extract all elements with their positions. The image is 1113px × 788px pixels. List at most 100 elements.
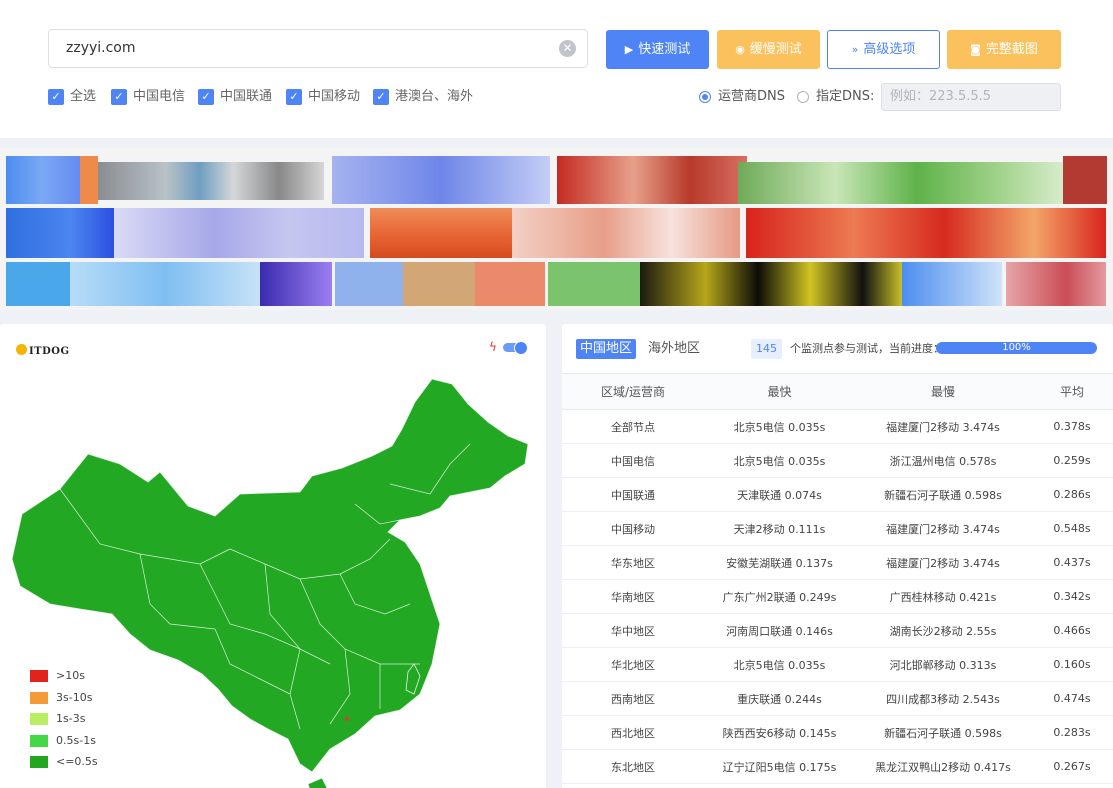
camera-icon: ◙ — [970, 43, 981, 56]
banner-tile[interactable] — [746, 208, 1106, 258]
average-cell: 0.342s — [1031, 579, 1113, 614]
banner-tile[interactable] — [335, 262, 403, 306]
region-cell: 中国电信 — [562, 443, 704, 478]
fastest-cell: 安徽芜湖联通 0.137s — [704, 545, 855, 580]
average-cell: 0.378s — [1031, 409, 1113, 444]
node-count-badge: 145 — [751, 339, 782, 359]
banner-tile[interactable] — [738, 162, 1063, 204]
latency-stats-panel: 中国地区 海外地区 145 个监测点参与测试，当前进度： 100% 区域/运营商… — [562, 324, 1113, 788]
banner-tile[interactable] — [370, 208, 512, 258]
fastest-cell: 陕西西安6移动 0.145s — [704, 715, 855, 750]
test-progress-bar: 100% — [936, 342, 1097, 354]
checkbox-label: 中国联通 — [220, 89, 273, 104]
fast-test-label: 快速测试 — [638, 42, 691, 57]
table-row: 华东地区 安徽芜湖联通 0.137s 福建厦门2移动 3.474s 0.437s — [562, 545, 1113, 580]
checkbox-select-all[interactable]: ✓ 全选 — [48, 88, 96, 106]
legend-swatch — [30, 691, 48, 704]
average-cell: 0.286s — [1031, 477, 1113, 512]
radio-dot — [699, 91, 711, 103]
custom-dns-input[interactable]: 例如：223.5.5.5 — [881, 83, 1061, 111]
slowest-cell: 河北邯郸移动 0.313s — [855, 647, 1031, 682]
banner-tile[interactable] — [548, 262, 640, 306]
banner-tile[interactable] — [6, 208, 114, 258]
banner-tile[interactable] — [80, 156, 98, 204]
banner-tile[interactable] — [640, 262, 902, 306]
radio-custom-dns[interactable]: 指定DNS: — [797, 89, 874, 105]
logo-text: ITDOG — [29, 346, 70, 357]
domain-input[interactable]: zzyyi.com ✕ — [48, 29, 588, 68]
slow-test-label: 缓慢测试 — [749, 42, 802, 57]
banner-tile[interactable] — [98, 162, 324, 200]
realtime-toggle[interactable] — [503, 341, 528, 355]
table-row: 中国联通 天津联通 0.074s 新疆石河子联通 0.598s 0.286s — [562, 477, 1113, 512]
sponsor-banner-mosaic[interactable] — [0, 148, 1113, 310]
table-row: 华中地区 河南周口联通 0.146s 湖南长沙2移动 2.55s 0.466s — [562, 613, 1113, 648]
column-header: 最快 — [704, 373, 855, 410]
banner-tile[interactable] — [1006, 262, 1106, 306]
check-icon: ✓ — [111, 89, 127, 105]
legend-swatch — [30, 713, 48, 726]
table-row: 中国移动 天津2移动 0.111s 福建厦门2移动 3.474s 0.548s — [562, 511, 1113, 546]
banner-tile[interactable] — [557, 156, 747, 204]
legend-label: 0.5s-1s — [56, 733, 96, 747]
slow-node-marker[interactable] — [345, 717, 349, 721]
average-cell: 0.283s — [1031, 715, 1113, 750]
check-icon: ✓ — [286, 89, 302, 105]
fastest-cell: 重庆联通 0.244s — [704, 681, 855, 716]
region-cell: 中国移动 — [562, 511, 704, 546]
progress-label: 100% — [1002, 342, 1031, 353]
node-count-text: 个监测点参与测试，当前进度： — [790, 342, 944, 355]
radio-label: 指定DNS: — [816, 89, 875, 104]
hainan-island — [307, 777, 328, 788]
tab-china[interactable]: 中国地区 — [576, 339, 637, 359]
fastest-cell: 北京5电信 0.035s — [704, 647, 855, 682]
average-cell: 0.437s — [1031, 545, 1113, 580]
play-circle-icon: ◉ — [735, 43, 745, 56]
checkbox-mobile[interactable]: ✓ 中国移动 — [286, 88, 360, 106]
table-row: 西北地区 陕西西安6移动 0.145s 新疆石河子联通 0.598s 0.283s — [562, 715, 1113, 750]
tab-overseas[interactable]: 海外地区 — [644, 339, 704, 359]
average-cell: 0.267s — [1031, 749, 1113, 784]
table-row: 华南地区 广东广州2联通 0.249s 广西桂林移动 0.421s 0.342s — [562, 579, 1113, 614]
fastest-cell: 广东广州2联通 0.249s — [704, 579, 855, 614]
legend-item: 3s-10s — [30, 691, 98, 713]
region-cell: 全部节点 — [562, 409, 704, 444]
slowest-cell: 浙江温州电信 0.578s — [855, 443, 1031, 478]
checkbox-unicom[interactable]: ✓ 中国联通 — [198, 88, 272, 106]
slow-test-button[interactable]: ◉ 缓慢测试 — [717, 30, 820, 69]
banner-tile[interactable] — [403, 262, 475, 306]
fastest-cell: 河南周口联通 0.146s — [704, 613, 855, 648]
fast-test-button[interactable]: ▶ 快速测试 — [606, 30, 709, 69]
checkbox-label: 全选 — [70, 89, 97, 104]
banner-tile[interactable] — [902, 262, 1002, 306]
advanced-options-button[interactable]: » 高级选项 — [827, 30, 940, 69]
stats-table: 区域/运营商 最快 最慢 平均 全部节点 北京5电信 0.035s 福建厦门2移动 … — [562, 373, 1113, 784]
banner-tile[interactable] — [1063, 156, 1107, 204]
banner-tile[interactable] — [512, 208, 740, 258]
table-row: 东北地区 辽宁辽阳5电信 0.175s 黑龙江双鸭山2移动 0.417s 0.267s — [562, 749, 1113, 784]
radio-operator-dns[interactable]: 运营商DNS — [699, 89, 785, 105]
banner-tile[interactable] — [475, 262, 545, 306]
slowest-cell: 黑龙江双鸭山2移动 0.417s — [855, 749, 1031, 784]
legend-label: 3s-10s — [56, 690, 93, 704]
average-cell: 0.160s — [1031, 647, 1113, 682]
slowest-cell: 福建厦门2移动 3.474s — [855, 545, 1031, 580]
advanced-options-label: 高级选项 — [863, 42, 916, 57]
screenshot-label: 完整截图 — [985, 42, 1038, 57]
control-panel: zzyyi.com ✕ ▶ 快速测试 ◉ 缓慢测试 » 高级选项 ◙ 完整截图 ✓ 全选 … — [0, 0, 1113, 138]
checkbox-telecom[interactable]: ✓ 中国电信 — [111, 88, 185, 106]
screenshot-button[interactable]: ◙ 完整截图 — [947, 30, 1061, 69]
banner-tile[interactable] — [332, 156, 550, 204]
dog-logo-icon — [16, 344, 27, 355]
banner-tile[interactable] — [6, 262, 70, 306]
table-row: 西南地区 重庆联通 0.244s 四川成都3移动 2.543s 0.474s — [562, 681, 1113, 716]
clear-icon[interactable]: ✕ — [559, 40, 576, 57]
region-cell: 西南地区 — [562, 681, 704, 716]
banner-tile[interactable] — [260, 262, 332, 306]
banner-tile[interactable] — [114, 208, 364, 258]
legend-swatch — [30, 756, 48, 769]
banner-tile[interactable] — [70, 262, 260, 306]
checkbox-overseas[interactable]: ✓ 港澳台、海外 — [373, 88, 473, 106]
check-icon: ✓ — [198, 89, 214, 105]
latency-legend: >10s 3s-10s 1s-3s 0.5s-1s <=0.5s — [30, 669, 98, 777]
